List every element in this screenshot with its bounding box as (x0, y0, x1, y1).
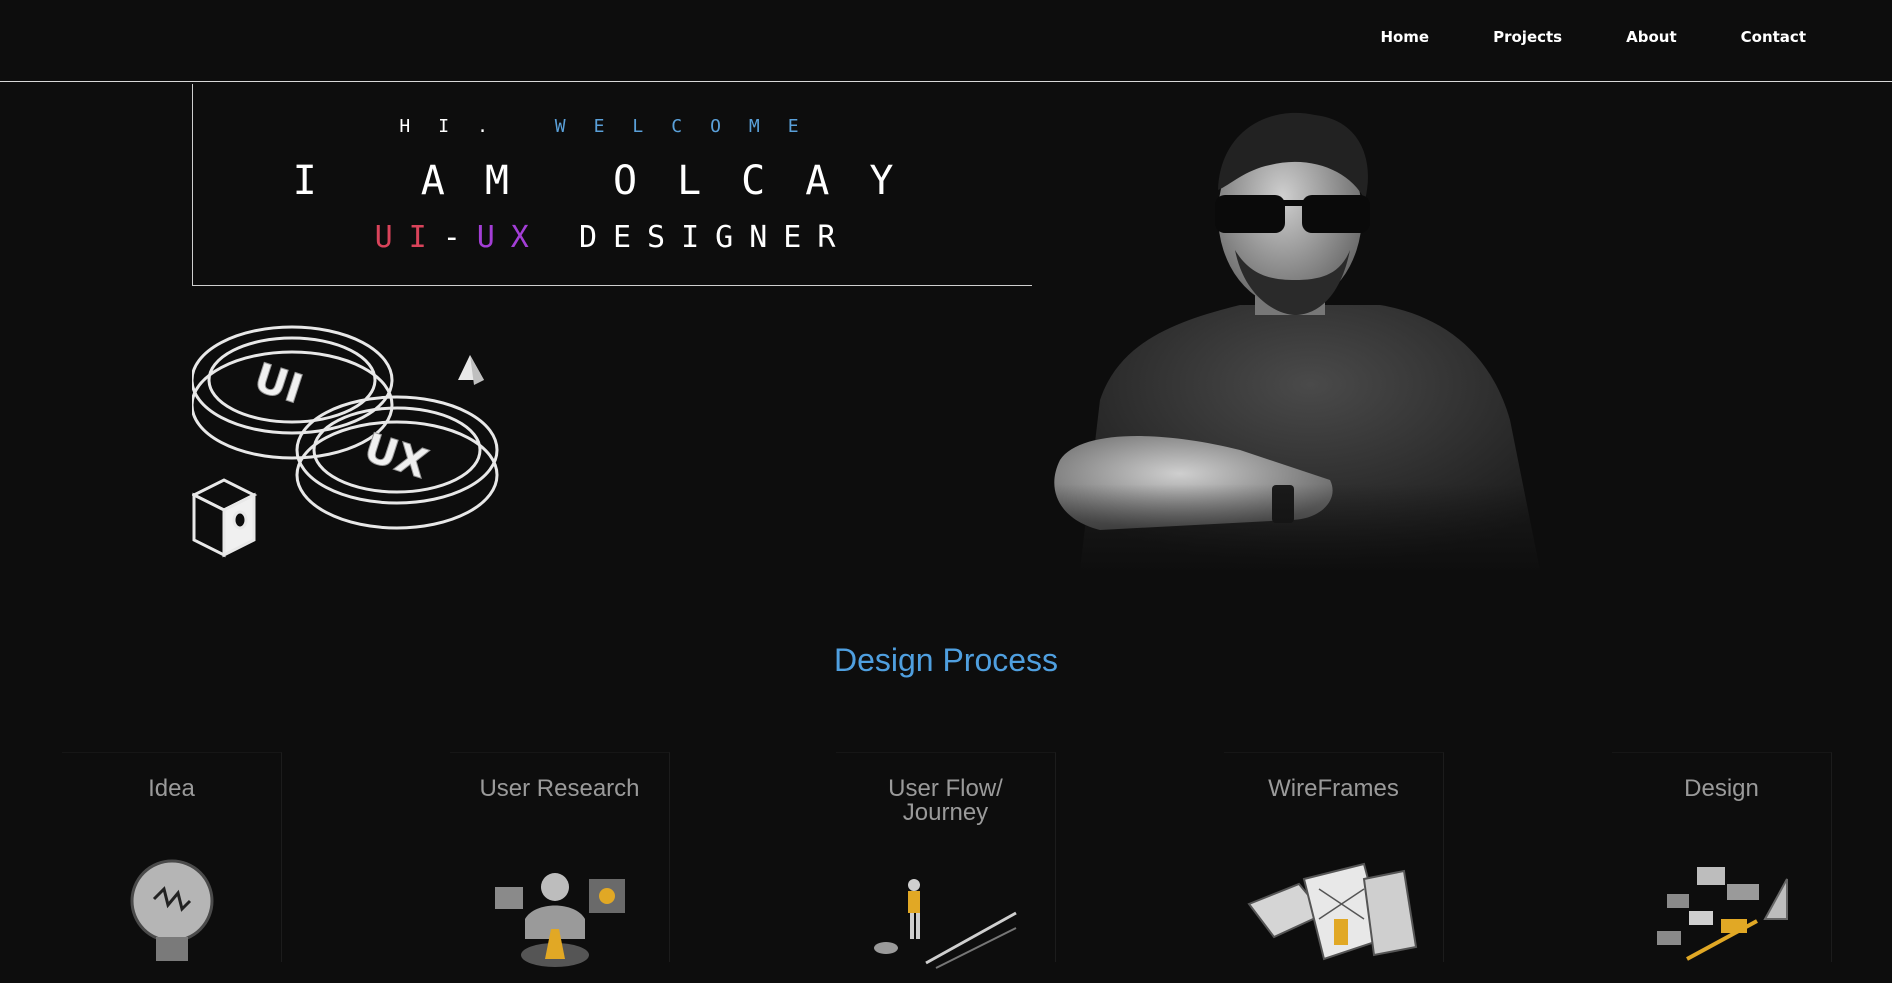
process-card-idea[interactable]: Idea (62, 752, 282, 962)
process-card-title: User Research (479, 775, 640, 802)
wireframes-icon (1246, 862, 1417, 961)
welcome-word: WELCOME (554, 116, 827, 137)
profile-portrait (1040, 100, 1600, 580)
process-card-title: Design (1684, 775, 1759, 802)
process-card-title: WireFrames (1268, 775, 1399, 802)
process-card-user-flow[interactable]: User Flow/ Journey (836, 752, 1056, 969)
nav-contact-link[interactable]: Contact (1741, 28, 1806, 46)
hero-intro-box: HI. WELCOME I AM OLCAY UI-UX DESIGNER (192, 84, 1032, 286)
design-process-title: Design Process (833, 642, 1059, 678)
process-card-title: User Flow/ Journey (888, 775, 1003, 826)
nav-about-link[interactable]: About (1626, 28, 1677, 46)
hero-name: I AM OLCAY (292, 158, 934, 204)
user-flow-icon (873, 879, 1017, 969)
role-designer: DESIGNER (578, 220, 852, 255)
process-card-title: Idea (148, 775, 195, 802)
cube-icon (192, 478, 258, 558)
welcome-heading: HI. WELCOME (193, 116, 1033, 137)
user-research-icon (494, 873, 625, 967)
nav-home-link[interactable]: Home (1380, 28, 1429, 46)
uiux-coins-illustration: UI UX (192, 325, 499, 558)
process-card-design[interactable]: Design (1612, 752, 1832, 962)
process-card-user-research[interactable]: User Research (450, 752, 670, 967)
top-navbar: Home Projects About Contact (0, 0, 1892, 82)
welcome-hi: HI. (399, 116, 516, 137)
pyramid-icon (458, 355, 484, 385)
nav-links: Home Projects About Contact (1380, 28, 1806, 46)
hero-role: UI-UX DESIGNER (193, 220, 1033, 255)
nav-projects-link[interactable]: Projects (1493, 28, 1562, 46)
role-ui: UI (374, 220, 443, 255)
lightbulb-icon (130, 859, 213, 961)
process-card-wireframes[interactable]: WireFrames (1224, 752, 1444, 962)
role-ux: UX (476, 220, 545, 255)
design-icon (1656, 867, 1788, 961)
graphic-ux-label: UX (359, 425, 434, 488)
role-dash: - (442, 220, 477, 255)
graphic-ui-label: UI (249, 355, 308, 413)
